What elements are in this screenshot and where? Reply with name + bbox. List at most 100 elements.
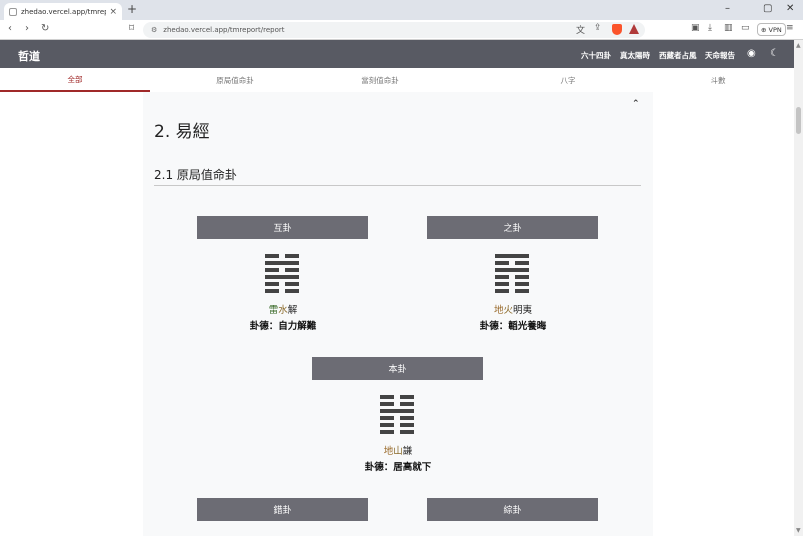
yin-line — [265, 268, 299, 272]
line-segment — [285, 289, 299, 293]
zhigua-button[interactable]: 之卦 — [427, 216, 598, 239]
yang-line — [265, 261, 299, 265]
yin-line — [495, 275, 529, 279]
zhigua-hexagram — [495, 254, 529, 294]
translate-icon[interactable]: 文 — [576, 23, 585, 36]
browser-tab-title: zhedao.vercel.app/tmreport/rep — [21, 7, 107, 16]
palette-icon[interactable]: ◉ — [747, 48, 756, 59]
line-segment — [265, 289, 279, 293]
bengua-name-upper: 地 — [383, 446, 394, 457]
forward-icon[interactable]: › — [25, 23, 29, 34]
line-segment — [380, 430, 394, 434]
hugua-name-lower: 水 — [278, 305, 288, 316]
nav-link-true-solar-time[interactable]: 真太陽時 — [620, 50, 650, 61]
line-segment — [285, 254, 299, 258]
maximize-icon[interactable]: ▢ — [763, 3, 772, 14]
minimize-icon[interactable]: – — [725, 3, 730, 14]
line-segment — [400, 402, 414, 406]
bengua-name-main: 謙 — [402, 446, 413, 457]
line-segment — [515, 289, 529, 293]
page-favicon-icon — [9, 7, 17, 16]
vpn-label: VPN — [768, 26, 782, 34]
line-segment — [380, 423, 394, 427]
yin-line — [380, 395, 414, 399]
extensions-icon[interactable]: ▣ — [691, 23, 700, 33]
line-segment — [380, 409, 414, 413]
menu-icon[interactable]: ≡ — [786, 23, 794, 33]
vpn-button[interactable]: ⊕ VPN — [757, 23, 786, 36]
browser-tab[interactable]: zhedao.vercel.app/tmreport/rep × — [4, 3, 122, 20]
yin-line — [380, 430, 414, 434]
line-segment — [495, 289, 509, 293]
hugua-virtue: 卦德：自力解難 — [249, 321, 317, 332]
browser-tab-bar: zhedao.vercel.app/tmreport/rep × + – ▢ ✕ — [0, 0, 803, 20]
bengua-virtue: 卦德：居高就下 — [364, 462, 432, 473]
sidebar-icon[interactable]: ▥ — [724, 23, 733, 33]
line-segment — [495, 261, 509, 265]
scroll-down-icon[interactable]: ▼ — [796, 527, 801, 534]
yin-line — [380, 423, 414, 427]
reload-icon[interactable]: ↻ — [41, 23, 49, 34]
tab-all[interactable]: 全部 — [0, 68, 150, 92]
divider — [154, 185, 641, 186]
line-segment — [265, 254, 279, 258]
bookmark-icon[interactable]: ⌑ — [129, 23, 134, 34]
nav-link-destiny-report[interactable]: 天命報告 — [705, 50, 735, 61]
line-segment — [495, 275, 509, 279]
line-segment — [265, 268, 279, 272]
nav-link-divination[interactable]: 西藏者占風 — [659, 50, 697, 61]
report-content: ⌃ 2. 易經 2.1 原局值命卦 互卦 雷水解 卦德：自力解難 之卦 地火明夷… — [143, 92, 653, 536]
chevrons-up-icon[interactable]: ⌃ — [632, 99, 640, 109]
site-brand[interactable]: 哲道 — [18, 48, 40, 64]
report-tabs: 全部 原局值命卦 當刻值命卦 八字 斗數 — [0, 68, 794, 92]
tab-original-gua[interactable]: 原局值命卦 — [160, 68, 310, 92]
wallet-icon[interactable]: ▭ — [741, 23, 750, 33]
downloads-icon[interactable]: ⤓ — [708, 23, 712, 33]
tab-current-gua[interactable]: 當刻值命卦 — [305, 68, 455, 92]
zhigua-name-lower: 火 — [503, 305, 513, 316]
yang-line — [265, 275, 299, 279]
share-icon[interactable]: ⇪ — [594, 23, 602, 33]
line-segment — [400, 423, 414, 427]
yin-line — [495, 282, 529, 286]
new-tab-icon[interactable]: + — [127, 2, 137, 16]
site-navbar: 哲道 六十四卦 真太陽時 西藏者占風 天命報告 ◉ ☾ — [0, 40, 794, 68]
site-info-icon[interactable]: ⚙ — [151, 26, 157, 34]
line-segment — [380, 395, 394, 399]
line-segment — [400, 430, 414, 434]
hugua-name-main: 解 — [287, 305, 298, 316]
brave-rewards-icon[interactable] — [629, 24, 639, 34]
line-segment — [265, 282, 279, 286]
yin-line — [495, 289, 529, 293]
hugua-name: 雷水解 — [223, 302, 343, 316]
moon-icon[interactable]: ☾ — [770, 48, 779, 59]
tab-bazi[interactable]: 八字 — [493, 68, 643, 92]
line-segment — [265, 275, 299, 279]
close-tab-icon[interactable]: × — [109, 7, 117, 17]
yin-line — [265, 289, 299, 293]
bengua-button[interactable]: 本卦 — [312, 357, 483, 380]
tab-doushu[interactable]: 斗數 — [643, 68, 793, 92]
line-segment — [285, 268, 299, 272]
address-text: zhedao.vercel.app/tmreport/report — [163, 26, 285, 34]
line-segment — [515, 275, 529, 279]
zonggua-button[interactable]: 綜卦 — [427, 498, 598, 521]
yin-line — [380, 416, 414, 420]
hugua-button[interactable]: 互卦 — [197, 216, 368, 239]
close-window-icon[interactable]: ✕ — [786, 3, 794, 14]
address-bar[interactable]: ⚙ zhedao.vercel.app/tmreport/report — [143, 22, 645, 38]
yang-line — [495, 254, 529, 258]
page-scrollbar[interactable]: ▲ ▼ — [794, 40, 803, 536]
zhigua-name-main: 明夷 — [513, 305, 533, 316]
cuogua-button[interactable]: 錯卦 — [197, 498, 368, 521]
line-segment — [495, 282, 509, 286]
line-segment — [495, 254, 529, 258]
back-icon[interactable]: ‹ — [8, 23, 12, 34]
brave-shields-icon[interactable] — [612, 24, 622, 35]
scroll-up-icon[interactable]: ▲ — [796, 42, 801, 49]
nav-link-64gua[interactable]: 六十四卦 — [581, 50, 611, 61]
web-page: 哲道 六十四卦 真太陽時 西藏者占風 天命報告 ◉ ☾ 全部 原局值命卦 當刻值… — [0, 40, 794, 536]
scrollbar-thumb[interactable] — [796, 107, 801, 134]
hugua-hexagram — [265, 254, 299, 294]
line-segment — [495, 268, 529, 272]
